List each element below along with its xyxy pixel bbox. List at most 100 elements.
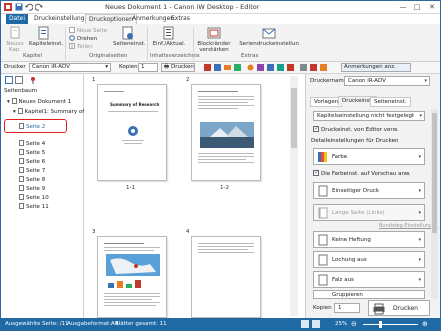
collate-value: Gruppieren xyxy=(332,292,363,298)
copies-input[interactable]: 1 xyxy=(138,63,158,72)
page-text-line xyxy=(198,96,254,97)
editor-window: Neues Dokument 1 - Canon iW Desktop - Ed… xyxy=(0,0,441,331)
view-mode-icon[interactable] xyxy=(301,320,309,328)
tree-page-item[interactable]: Seite 5 xyxy=(19,149,45,156)
save-icon[interactable] xyxy=(15,3,23,11)
zoom-out-icon[interactable]: ⊖ xyxy=(351,320,357,328)
tree-chapter-label: Kapitel1: Summary of Re xyxy=(24,109,93,115)
toolbar-tool-icon[interactable] xyxy=(204,64,211,71)
rotate-button[interactable]: Drehen xyxy=(69,35,97,42)
toolbar-tool-icon[interactable] xyxy=(224,64,231,71)
maximize-button[interactable]: □ xyxy=(410,1,424,13)
page-text-line xyxy=(198,99,254,100)
chevron-down-icon: ▾ xyxy=(419,113,422,119)
tree-page-item[interactable]: Seite 11 xyxy=(19,203,49,210)
tree-page-label: Seite 6 xyxy=(26,159,46,165)
toolbar-tool-icon[interactable] xyxy=(310,64,317,71)
page-thumbnail-3[interactable] xyxy=(97,236,167,318)
toolbar-tool-icon[interactable] xyxy=(287,64,294,71)
binding-select[interactable]: Lange Seite (Links) ▾ xyxy=(313,204,425,221)
toolbar-tool-icon[interactable] xyxy=(257,64,264,71)
staple-select[interactable]: Keine Heftung ▾ xyxy=(313,231,425,248)
redo-icon[interactable] xyxy=(34,3,43,11)
tree-chapter[interactable]: ▾ Kapitel1: Summary of Re xyxy=(13,108,93,115)
zoom-slider[interactable] xyxy=(363,324,418,325)
toolbar-print-button[interactable]: 🖶 Drucken xyxy=(161,63,195,72)
punch-select[interactable]: Lochung aus ▾ xyxy=(313,251,425,268)
tree-page-item[interactable]: Seite 9 xyxy=(19,185,45,192)
collapse-icon[interactable]: ▾ xyxy=(13,109,16,115)
tree-page-item[interactable]: Seite 2 xyxy=(19,123,45,130)
ribbon-separator xyxy=(193,27,194,60)
page-text-line xyxy=(104,293,160,294)
thumbnail-view-icon[interactable] xyxy=(15,76,23,84)
undo-icon[interactable] xyxy=(25,3,34,11)
toolbar-tool-icon[interactable] xyxy=(267,64,274,71)
zoom-slider-handle[interactable] xyxy=(379,321,382,328)
split-button[interactable]: Teilen xyxy=(69,43,93,50)
page-settings-button[interactable]: Seiteneinst. xyxy=(113,26,146,47)
gutter-settings-link[interactable]: Bundsteg-Einstellungen xyxy=(379,223,438,229)
color-mode-select[interactable]: Farbe ▾ xyxy=(313,148,425,165)
insert-update-toc-button[interactable]: Einf./Aktual. xyxy=(149,26,189,47)
tree-page-item[interactable]: Seite 10 xyxy=(19,194,49,201)
new-page-button[interactable]: Neue Seite xyxy=(69,27,107,34)
page-thumbnail-1[interactable]: Summary of Research xyxy=(97,84,167,181)
reinforce-margins-button[interactable]: Blockränder verstärken xyxy=(196,26,232,53)
tree-page-label: Seite 11 xyxy=(26,204,49,210)
chapter-settings-button[interactable]: Kapiteleinst. xyxy=(29,26,63,47)
use-editor-settings-checkbox[interactable]: Druckeinst. von Editor verw. xyxy=(313,125,398,133)
duplex-select[interactable]: Einseitiger Druck ▾ xyxy=(313,182,425,199)
tree-page-item[interactable]: Seite 7 xyxy=(19,167,45,174)
collate-select[interactable]: Gruppieren xyxy=(313,290,425,299)
mail-merge-settings-button[interactable]: Seriendruckeinstellun xyxy=(237,26,301,47)
tree-page-item[interactable]: Seite 6 xyxy=(19,158,45,165)
close-button[interactable]: ✕ xyxy=(425,1,439,13)
tab-extras[interactable]: Extras xyxy=(168,14,193,24)
zoom-in-icon[interactable]: ⊕ xyxy=(422,320,428,328)
show-annotations-button[interactable]: Anmerkungen anz. xyxy=(341,63,411,72)
fold-select[interactable]: Falz aus ▾ xyxy=(313,271,425,288)
punch-icon xyxy=(318,254,328,266)
page-text-line xyxy=(198,156,254,157)
tree-view-icon[interactable] xyxy=(5,76,13,84)
ribbon-separator xyxy=(147,27,148,60)
toolbar-tool-icon[interactable] xyxy=(214,64,221,71)
tree-page-label: Seite 7 xyxy=(26,168,46,174)
chevron-down-icon: ▾ xyxy=(418,188,421,194)
view-mode-icon[interactable] xyxy=(312,320,320,328)
toolbar-tool-icon[interactable] xyxy=(234,64,241,71)
pin-icon[interactable] xyxy=(29,76,37,84)
tab-seiteneinst[interactable]: Seiteneinst. xyxy=(370,97,411,107)
settings-scrollbar[interactable] xyxy=(431,109,438,299)
tree-page-item[interactable]: Seite 4 xyxy=(19,140,45,147)
panel-print-button[interactable]: Drucken xyxy=(368,300,430,316)
page-text-line xyxy=(104,299,152,300)
printer-name-select[interactable]: Canon iR-ADV ▾ xyxy=(344,76,430,86)
toolbar-tool-icon[interactable] xyxy=(247,64,254,71)
staple-icon xyxy=(318,234,328,246)
tree-page-label: Seite 5 xyxy=(26,150,46,156)
tree-page-item[interactable]: Seite 8 xyxy=(19,176,45,183)
page-text-line xyxy=(198,91,238,92)
toolbar-tool-icon[interactable] xyxy=(320,64,327,71)
page-number: 2 xyxy=(186,77,190,83)
tree-page-label: Seite 2 xyxy=(26,124,46,130)
scrollbar-thumb[interactable] xyxy=(432,113,437,233)
apply-color-preview-checkbox[interactable]: Die Farbeinst. auf Vorschau anw. xyxy=(313,169,411,177)
new-chapter-button[interactable]: Neues Kap. xyxy=(5,26,25,53)
page-thumbnail-2[interactable] xyxy=(191,84,261,181)
scrollbar-thumb[interactable] xyxy=(291,88,297,148)
printer-select[interactable]: Canon iR-ADV ▾ xyxy=(29,63,111,72)
tree-page-label: Seite 9 xyxy=(26,186,46,192)
tree-root[interactable]: ▾ Neues Dokument 1 xyxy=(7,98,71,105)
toolbar-tool-icon[interactable] xyxy=(277,64,284,71)
toolbar-tool-icon[interactable] xyxy=(300,64,307,71)
panel-copies-input[interactable]: 1 xyxy=(334,303,360,313)
vertical-scrollbar[interactable] xyxy=(290,76,298,316)
minimize-button[interactable]: — xyxy=(396,1,410,13)
page-thumbnail-4[interactable] xyxy=(191,236,261,318)
tab-datei[interactable]: Datei xyxy=(6,14,29,24)
chapter-setting-select[interactable]: Kapitelseinstellung nicht festgelegt ▾ xyxy=(313,111,425,121)
collapse-icon[interactable]: ▾ xyxy=(7,99,10,105)
